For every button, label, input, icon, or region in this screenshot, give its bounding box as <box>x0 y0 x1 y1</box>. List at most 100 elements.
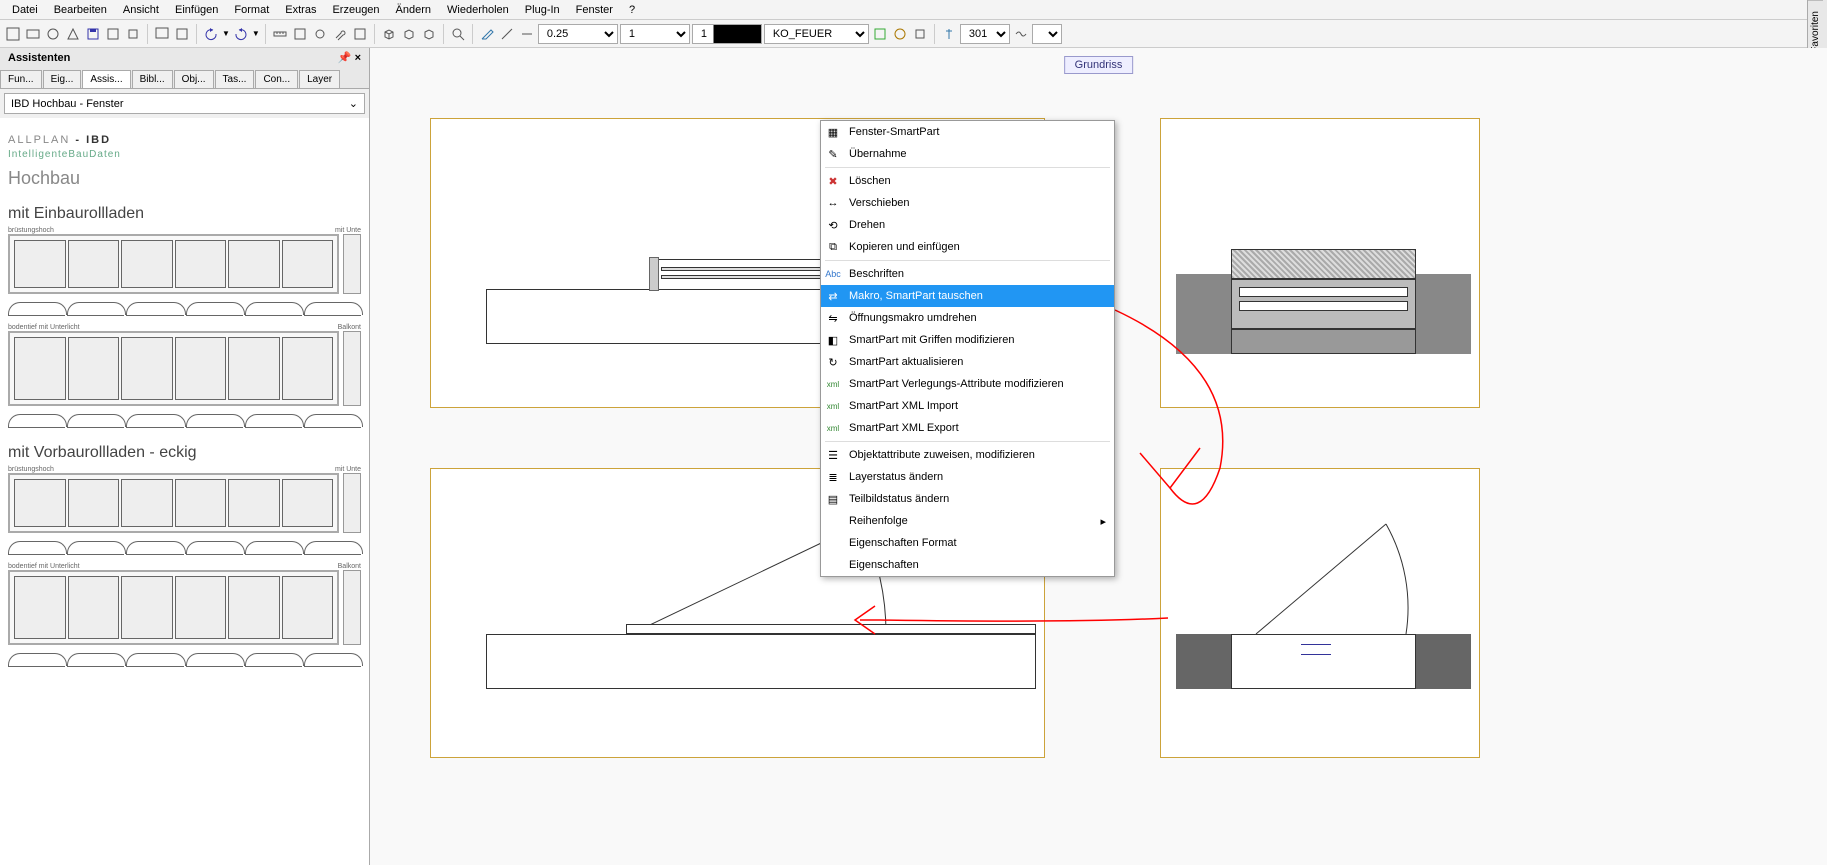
ctx-uebernahme[interactable]: ✎Übernahme <box>821 143 1114 165</box>
tool-icon[interactable] <box>291 25 309 43</box>
drawing-viewport[interactable] <box>1160 468 1480 758</box>
undo-icon[interactable] <box>202 25 220 43</box>
cube-icon[interactable] <box>420 25 438 43</box>
menu-plugin[interactable]: Plug-In <box>517 2 568 18</box>
ctx-eigenschaften[interactable]: Eigenschaften <box>821 554 1114 576</box>
tool-icon[interactable] <box>940 25 958 43</box>
tab-eig[interactable]: Eig... <box>43 70 82 88</box>
window-asset[interactable] <box>343 331 361 406</box>
tool-icon[interactable] <box>911 25 929 43</box>
ctx-oeffnungsmakro[interactable]: ⇋Öffnungsmakro umdrehen <box>821 307 1114 329</box>
ctx-smartpart-aktualisieren[interactable]: ↻SmartPart aktualisieren <box>821 351 1114 373</box>
tab-bibl[interactable]: Bibl... <box>132 70 173 88</box>
tab-con[interactable]: Con... <box>255 70 298 88</box>
ctx-objektattribute[interactable]: ☰Objektattribute zuweisen, modifizieren <box>821 444 1114 466</box>
cube-icon[interactable] <box>400 25 418 43</box>
ctx-loeschen[interactable]: ✖Löschen <box>821 170 1114 192</box>
ctx-reihenfolge[interactable]: Reihenfolge▸ <box>821 510 1114 532</box>
ctx-smartpart-verlegung[interactable]: xmlSmartPart Verlegungs-Attribute modifi… <box>821 373 1114 395</box>
window-asset[interactable] <box>8 234 339 294</box>
value-select[interactable]: 301 <box>960 24 1010 44</box>
brand-title: ALLPLAN - IBD <box>8 126 361 149</box>
lineweight-select[interactable]: 0.25 <box>538 24 618 44</box>
ctx-teilbildstatus[interactable]: ▤Teilbildstatus ändern <box>821 488 1114 510</box>
flip-icon: ⇋ <box>825 310 841 326</box>
tool-icon[interactable] <box>518 25 536 43</box>
menu-wiederholen[interactable]: Wiederholen <box>439 2 517 18</box>
menu-help[interactable]: ? <box>621 2 643 18</box>
tab-tas[interactable]: Tas... <box>215 70 255 88</box>
ctx-xml-export[interactable]: xmlSmartPart XML Export <box>821 417 1114 439</box>
wrench-icon[interactable] <box>331 25 349 43</box>
tool-icon[interactable] <box>871 25 889 43</box>
label: brüstungshoch <box>8 466 54 473</box>
ruler-icon[interactable] <box>271 25 289 43</box>
layer-select[interactable]: KO_FEUER <box>764 24 869 44</box>
redo-icon[interactable] <box>232 25 250 43</box>
menu-fenster[interactable]: Fenster <box>568 2 621 18</box>
move-icon: ↔ <box>825 195 841 211</box>
ctx-makro-tauschen[interactable]: ⇄Makro, SmartPart tauschen <box>821 285 1114 307</box>
tool-icon[interactable] <box>173 25 191 43</box>
tool-icon[interactable] <box>498 25 516 43</box>
tool-icon[interactable] <box>351 25 369 43</box>
menu-extras[interactable]: Extras <box>277 2 324 18</box>
xml-icon: xml <box>825 376 841 392</box>
window-asset[interactable] <box>8 570 339 645</box>
menu-format[interactable]: Format <box>226 2 277 18</box>
pen-icon[interactable] <box>478 25 496 43</box>
ctx-fenster-smartpart[interactable]: ▦Fenster-SmartPart <box>821 121 1114 143</box>
tool-icon[interactable] <box>44 25 62 43</box>
tab-fun[interactable]: Fun... <box>0 70 42 88</box>
tool-icon[interactable] <box>24 25 42 43</box>
window-asset[interactable] <box>8 331 339 406</box>
zoom-icon[interactable] <box>449 25 467 43</box>
linetype-select[interactable]: 1 <box>620 24 690 44</box>
panel-title: Assistenten 📌 × <box>0 48 369 67</box>
tool-icon[interactable] <box>124 25 142 43</box>
menu-bearbeiten[interactable]: Bearbeiten <box>46 2 115 18</box>
window-asset[interactable] <box>343 234 361 294</box>
tool-icon[interactable] <box>104 25 122 43</box>
menu-erzeugen[interactable]: Erzeugen <box>324 2 387 18</box>
color-select[interactable]: 1 <box>692 24 762 44</box>
ctx-eigenschaften-format[interactable]: Eigenschaften Format <box>821 532 1114 554</box>
ctx-smartpart-griffen[interactable]: ◧SmartPart mit Griffen modifizieren <box>821 329 1114 351</box>
tool-save-icon[interactable] <box>84 25 102 43</box>
export-icon: xml <box>825 420 841 436</box>
tab-assis[interactable]: Assis... <box>82 70 130 88</box>
sidebar: Assistenten 📌 × Fun... Eig... Assis... B… <box>0 48 370 865</box>
ctx-verschieben[interactable]: ↔Verschieben <box>821 192 1114 214</box>
menu-einfuegen[interactable]: Einfügen <box>167 2 226 18</box>
pin-icon[interactable]: 📌 × <box>338 51 361 64</box>
pen-icon: ✎ <box>825 146 841 162</box>
context-menu: ▦Fenster-SmartPart ✎Übernahme ✖Löschen ↔… <box>820 120 1115 577</box>
window-asset[interactable] <box>343 570 361 645</box>
tool-icon[interactable] <box>153 25 171 43</box>
ctx-kopieren[interactable]: ⧉Kopieren und einfügen <box>821 236 1114 258</box>
drawing-canvas[interactable]: Grundriss <box>370 48 1827 865</box>
ctx-layerstatus[interactable]: ≣Layerstatus ändern <box>821 466 1114 488</box>
tool-icon[interactable] <box>891 25 909 43</box>
tab-obj[interactable]: Obj... <box>174 70 214 88</box>
dropdown[interactable] <box>1032 24 1062 44</box>
cube-icon[interactable] <box>380 25 398 43</box>
toolbar: ▼ ▼ 0.25 1 1 KO_FEUER 301 <box>0 20 1827 48</box>
ctx-beschriften[interactable]: AbcBeschriften <box>821 263 1114 285</box>
menu-ansicht[interactable]: Ansicht <box>115 2 167 18</box>
sheet-icon: ▤ <box>825 491 841 507</box>
library-dropdown[interactable]: IBD Hochbau - Fenster⌄ <box>4 93 365 114</box>
ctx-drehen[interactable]: ⟲Drehen <box>821 214 1114 236</box>
window-asset[interactable] <box>8 473 339 533</box>
tool-icon[interactable] <box>64 25 82 43</box>
view-label: Grundriss <box>1064 56 1134 74</box>
menu-aendern[interactable]: Ändern <box>388 2 439 18</box>
tool-icon[interactable] <box>4 25 22 43</box>
tab-layer[interactable]: Layer <box>299 70 340 88</box>
menu-datei[interactable]: Datei <box>4 2 46 18</box>
tool-icon[interactable] <box>311 25 329 43</box>
window-asset[interactable] <box>343 473 361 533</box>
tool-icon[interactable] <box>1012 25 1030 43</box>
ctx-xml-import[interactable]: xmlSmartPart XML Import <box>821 395 1114 417</box>
drawing-viewport[interactable] <box>1160 118 1480 408</box>
